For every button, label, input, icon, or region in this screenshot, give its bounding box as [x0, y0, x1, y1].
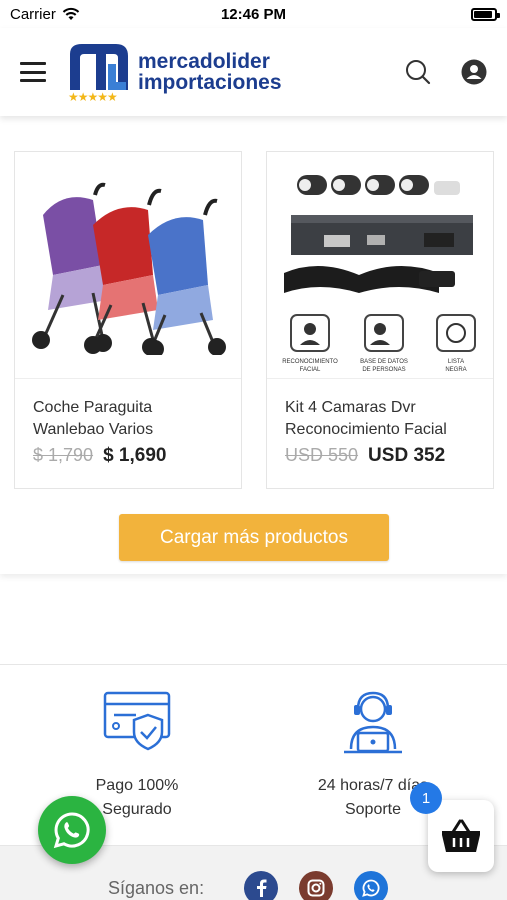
header-actions: [405, 59, 487, 85]
product-image-strollers[interactable]: [15, 152, 241, 379]
image-label-reconocimiento: RECONOCIMIENTO: [282, 359, 338, 365]
logo-text: mercadolider importaciones: [138, 51, 282, 93]
product-grid: Coche Paraguita Wanlebao Varios $ 1,790 …: [14, 151, 494, 489]
product-info: Kit 4 Camaras Dvr Reconocimiento Facial …: [267, 379, 493, 467]
old-price: $ 1,790: [33, 445, 94, 465]
facebook-icon[interactable]: [244, 871, 278, 900]
cart-count-badge: 1: [410, 782, 442, 814]
account-icon[interactable]: [461, 59, 487, 85]
image-label-negra: NEGRA: [445, 367, 466, 373]
product-card[interactable]: Coche Paraguita Wanlebao Varios $ 1,790 …: [14, 151, 242, 489]
image-label-de-personas: DE PERSONAS: [362, 367, 405, 373]
logo-mark: ★★★★★: [68, 42, 130, 104]
image-label-facial: FACIAL: [300, 367, 321, 373]
basket-icon: [442, 819, 480, 852]
product-title[interactable]: Coche Paraguita Wanlebao Varios: [33, 397, 223, 441]
product-title-line1: Coche Paraguita: [33, 399, 153, 416]
logo-line2: importaciones: [138, 71, 282, 94]
product-title-line1: Kit 4 Camaras Dvr: [285, 399, 416, 416]
load-more-button[interactable]: Cargar más productos: [119, 514, 389, 561]
logo-stars: ★★★★★: [68, 90, 118, 104]
follow-label: Síganos en:: [108, 878, 205, 898]
carrier-label: Carrier: [10, 5, 56, 23]
secure-card-icon: [103, 691, 171, 751]
product-title-line2: Wanlebao Varios: [33, 421, 154, 438]
instagram-icon[interactable]: [299, 871, 333, 900]
status-left: Carrier: [10, 6, 80, 23]
product-title[interactable]: Kit 4 Camaras Dvr Reconocimiento Facial: [285, 397, 475, 441]
menu-icon[interactable]: [20, 62, 46, 82]
status-bar: Carrier 12:46 PM: [0, 0, 507, 28]
current-price: USD 352: [368, 445, 446, 466]
products-section: Coche Paraguita Wanlebao Varios $ 1,790 …: [0, 116, 507, 574]
logo-line1: mercadolider: [138, 50, 270, 73]
whatsapp-icon: [53, 812, 90, 849]
cart-button[interactable]: [428, 800, 494, 872]
old-price: USD 550: [285, 445, 359, 465]
logo[interactable]: ★★★★★ mercadolider importaciones: [68, 42, 282, 104]
price-row: USD 550 USD 352: [285, 445, 475, 467]
image-label-lista: LISTA: [448, 359, 464, 365]
feature-label-line1: Pago 100%: [95, 777, 179, 794]
image-label-base-de-datos: BASE DE DATOS: [360, 359, 408, 365]
product-info: Coche Paraguita Wanlebao Varios $ 1,790 …: [15, 379, 241, 467]
whatsapp-footer-icon[interactable]: [354, 871, 388, 900]
logo-mark-shape: [70, 44, 128, 90]
strollers-illustration: [32, 182, 226, 355]
camera-kit-illustration: RECONOCIMIENTO FACIAL BASE DE DATOS DE P…: [282, 175, 476, 373]
wifi-icon: [62, 7, 80, 20]
battery-icon: [471, 7, 500, 21]
current-price: $ 1,690: [103, 445, 167, 466]
support-agent-icon: [344, 691, 402, 754]
price-row: $ 1,790 $ 1,690: [33, 445, 223, 467]
product-card[interactable]: RECONOCIMIENTO FACIAL BASE DE DATOS DE P…: [266, 151, 494, 489]
whatsapp-chat-button[interactable]: [38, 796, 106, 864]
app-header: ★★★★★ mercadolider importaciones: [0, 28, 507, 116]
search-icon[interactable]: [405, 59, 431, 85]
battery-fill: [474, 10, 492, 18]
product-image-camera-kit[interactable]: RECONOCIMIENTO FACIAL BASE DE DATOS DE P…: [267, 152, 493, 379]
product-title-line2: Reconocimiento Facial: [285, 421, 447, 438]
